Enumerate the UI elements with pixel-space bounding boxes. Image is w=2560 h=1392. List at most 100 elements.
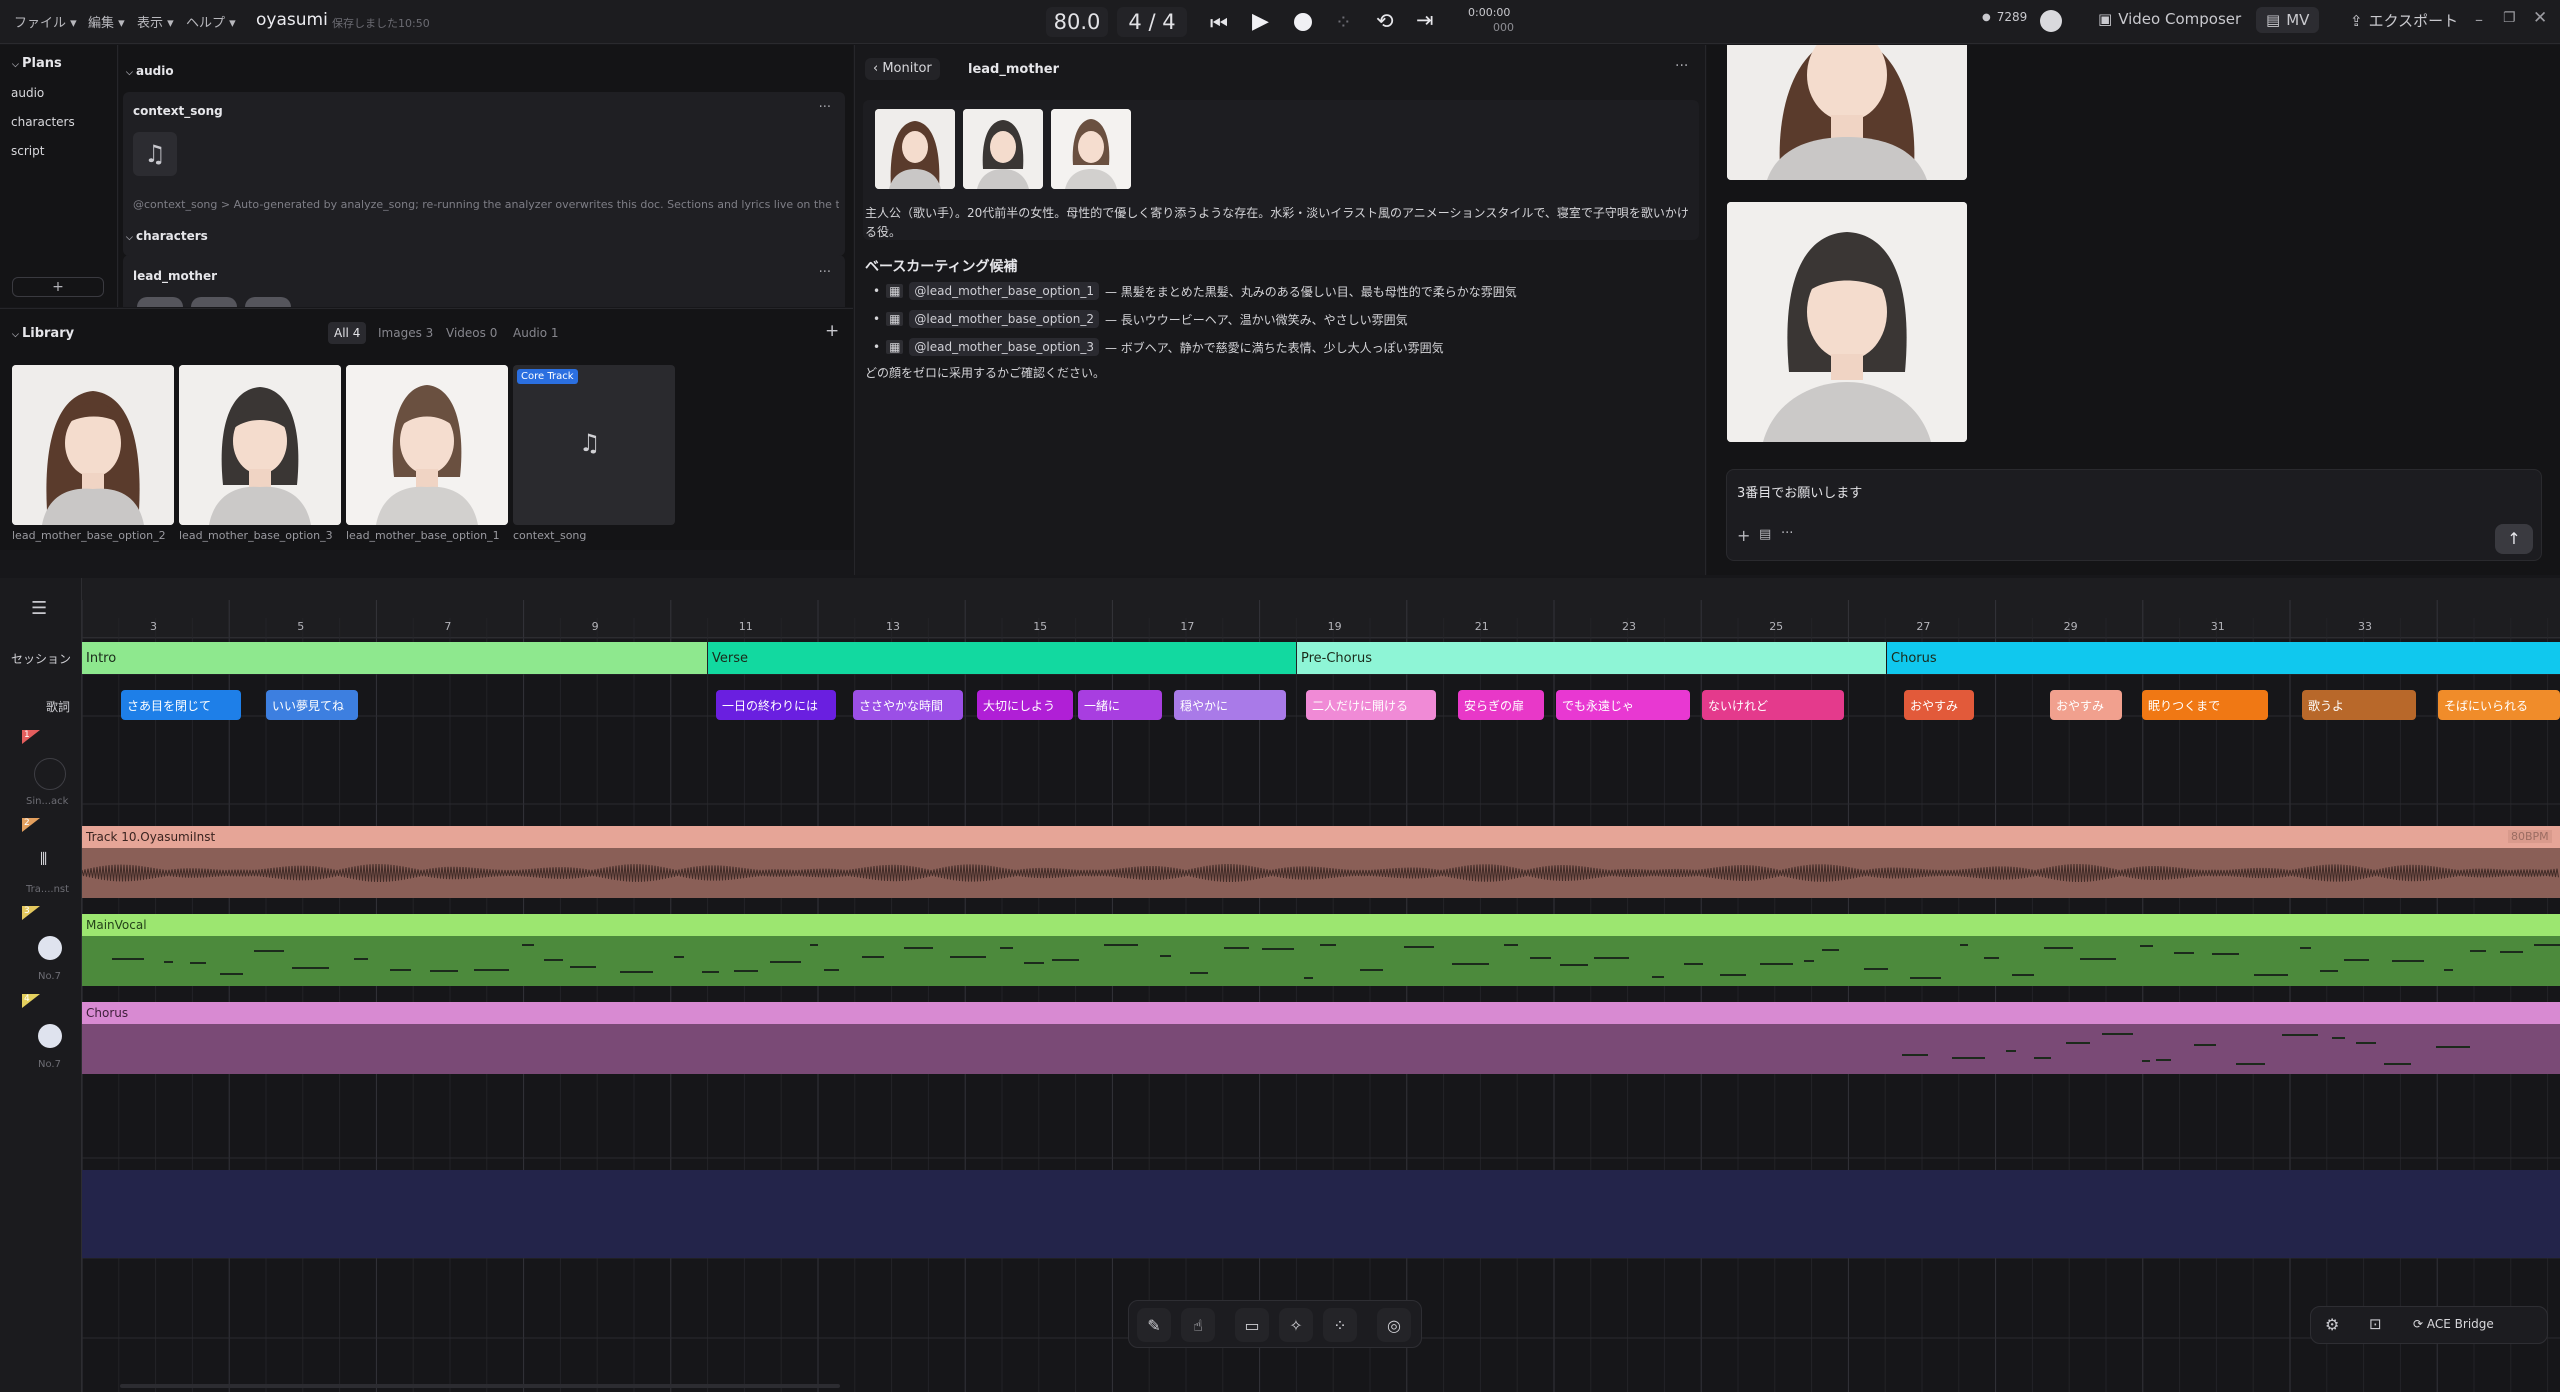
send-button[interactable]: ↑ bbox=[2495, 524, 2533, 554]
filter-images[interactable]: Images 3 bbox=[378, 326, 433, 340]
minimize-icon[interactable]: – bbox=[2475, 10, 2483, 29]
more-icon[interactable]: ··· bbox=[1675, 58, 1688, 74]
inst-clip-body[interactable] bbox=[81, 848, 2560, 898]
play-icon[interactable]: ▶ bbox=[1252, 9, 1269, 34]
more-icon[interactable]: ··· bbox=[1781, 526, 1793, 541]
export-button[interactable]: ⇪ エクスポート bbox=[2350, 10, 2458, 31]
audio-section-header[interactable]: ⌵ audio bbox=[126, 64, 174, 78]
menu-view[interactable]: 表示 ▾ bbox=[137, 12, 174, 31]
menu-file[interactable]: ファイル ▾ bbox=[14, 12, 77, 31]
library-title[interactable]: ⌵ Library bbox=[12, 326, 74, 341]
inst-clip-header[interactable]: Track 10.OyasumiInst bbox=[82, 826, 2560, 848]
camera-tool-icon[interactable]: ▭ bbox=[1235, 1308, 1269, 1342]
time-signature[interactable]: 4 / 4 bbox=[1117, 7, 1187, 37]
add-plan-button[interactable]: + bbox=[12, 277, 104, 297]
character-thumb[interactable] bbox=[875, 109, 955, 189]
project-name[interactable]: oyasumi bbox=[256, 10, 328, 30]
library-item[interactable]: Core Track ♫ context_song bbox=[513, 365, 675, 555]
menu-icon[interactable]: ☰ bbox=[31, 598, 47, 619]
lyric-clip[interactable]: 一緒に bbox=[1078, 690, 1162, 720]
library-item[interactable]: lead_mother_base_option_3 bbox=[179, 365, 341, 555]
pointer-tool-icon[interactable]: ☝ bbox=[1181, 1308, 1215, 1342]
close-icon[interactable]: ✕ bbox=[2533, 8, 2547, 28]
context-song-card[interactable]: context_song ··· ♫ @context_song > Auto-… bbox=[123, 92, 845, 256]
lyric-clip[interactable]: 二人だけに開ける bbox=[1306, 690, 1436, 720]
option-tag[interactable]: @lead_mother_base_option_1 bbox=[909, 282, 1099, 300]
lyric-clip[interactable]: ないけれど bbox=[1702, 690, 1844, 720]
track-name: No.7 bbox=[38, 1059, 61, 1070]
note bbox=[190, 962, 206, 964]
library-item[interactable]: lead_mother_base_option_1 bbox=[346, 365, 508, 555]
restore-icon[interactable]: ❐ bbox=[2503, 10, 2516, 26]
draw-tool-icon[interactable]: ✎ bbox=[1137, 1308, 1171, 1342]
chorus-clip-body[interactable] bbox=[82, 1024, 2560, 1074]
vocal-clip-header[interactable]: MainVocal bbox=[82, 914, 2560, 936]
chorus-clip-header[interactable]: Chorus bbox=[82, 1002, 2560, 1024]
skip-back-icon[interactable]: ⏮ bbox=[1210, 11, 1228, 35]
chat-image[interactable] bbox=[1727, 202, 1967, 442]
ace-bridge-button[interactable]: ⟳ ACE Bridge bbox=[2413, 1317, 2494, 1331]
horizontal-scrollbar[interactable] bbox=[120, 1384, 840, 1388]
character-thumb[interactable] bbox=[1051, 109, 1131, 189]
chat-image[interactable] bbox=[1727, 45, 1967, 180]
option-tag[interactable]: @lead_mother_base_option_2 bbox=[909, 310, 1099, 328]
plan-item-script[interactable]: script bbox=[11, 144, 44, 158]
characters-section-header[interactable]: ⌵ characters bbox=[126, 229, 208, 243]
filter-videos[interactable]: Videos 0 bbox=[446, 326, 497, 340]
follow-icon[interactable]: ⇥ bbox=[1416, 8, 1434, 32]
lyric-clip[interactable]: 穏やかに bbox=[1174, 690, 1286, 720]
lyric-clip[interactable]: おやすみ bbox=[1904, 690, 1974, 720]
lyric-clip[interactable]: いい夢見てね bbox=[266, 690, 358, 720]
ruler-label: 21 bbox=[1474, 620, 1489, 633]
loop-icon[interactable]: ⟲ bbox=[1376, 9, 1394, 33]
section-pre-chorus[interactable]: Pre-Chorus bbox=[1297, 642, 1886, 674]
more-icon[interactable]: ··· bbox=[819, 265, 831, 280]
lyric-clip[interactable]: さあ目を閉じて bbox=[121, 690, 241, 720]
monitor-panel: ‹ Monitor lead_mother ··· 主人公（歌い手）。20代前半… bbox=[854, 45, 1706, 575]
character-thumb[interactable] bbox=[963, 109, 1043, 189]
settings-icon[interactable]: ⚙ bbox=[2325, 1315, 2339, 1334]
section-verse[interactable]: Verse bbox=[708, 642, 1296, 674]
monitor-back-button[interactable]: ‹ Monitor bbox=[865, 58, 940, 80]
more-icon[interactable]: ··· bbox=[819, 100, 831, 115]
magic-tool-icon[interactable]: ✧ bbox=[1279, 1308, 1313, 1342]
avatar[interactable] bbox=[2040, 10, 2062, 32]
document-icon[interactable]: ▤ bbox=[1759, 527, 1771, 542]
plans-title[interactable]: ⌵ Plans bbox=[12, 56, 62, 71]
section-intro[interactable]: Intro bbox=[82, 642, 707, 674]
tempo-display[interactable]: 80.0 bbox=[1046, 7, 1108, 37]
note bbox=[2500, 951, 2523, 953]
empty-track-lane[interactable] bbox=[82, 1170, 2560, 1258]
lyric-clip[interactable]: 眠りつくまで bbox=[2142, 690, 2268, 720]
grid-icon[interactable]: ⁘ bbox=[1335, 10, 1352, 34]
menu-help[interactable]: ヘルプ ▾ bbox=[186, 12, 236, 31]
library-add-button[interactable]: + bbox=[825, 321, 839, 341]
mv-button[interactable]: ▤ MV bbox=[2256, 7, 2320, 33]
export-frame-icon[interactable]: ⊡ bbox=[2369, 1315, 2382, 1333]
apps-tool-icon[interactable]: ⁘ bbox=[1323, 1308, 1357, 1342]
chat-input-box[interactable]: 3番目でお願いします + ▤ ··· ↑ bbox=[1726, 469, 2542, 561]
lyric-clip[interactable]: 歌うよ bbox=[2302, 690, 2416, 720]
lead-mother-card[interactable]: lead_mother ··· bbox=[123, 255, 845, 307]
chat-input[interactable]: 3番目でお願いします bbox=[1737, 482, 1862, 501]
lyric-clip[interactable]: ささやかな時間 bbox=[853, 690, 963, 720]
filter-audio[interactable]: Audio 1 bbox=[513, 326, 559, 340]
lyric-clip[interactable]: 大切にしよう bbox=[977, 690, 1073, 720]
lyric-clip[interactable]: 一日の終わりには bbox=[716, 690, 836, 720]
plan-item-audio[interactable]: audio bbox=[11, 86, 44, 100]
filter-all[interactable]: All 4 bbox=[328, 322, 367, 344]
lyric-clip[interactable]: おやすみ bbox=[2050, 690, 2122, 720]
record-icon[interactable] bbox=[1294, 13, 1312, 31]
lyric-clip[interactable]: そばにいられる bbox=[2438, 690, 2560, 720]
menu-edit[interactable]: 編集 ▾ bbox=[88, 12, 125, 31]
video-composer-button[interactable]: ▣ Video Composer bbox=[2098, 10, 2241, 28]
library-item[interactable]: lead_mother_base_option_2 bbox=[12, 365, 174, 555]
lyric-clip[interactable]: 安らぎの扉 bbox=[1458, 690, 1544, 720]
section-chorus[interactable]: Chorus bbox=[1887, 642, 2560, 674]
lyric-clip[interactable]: でも永遠じゃ bbox=[1556, 690, 1690, 720]
option-tag[interactable]: @lead_mother_base_option_3 bbox=[909, 338, 1099, 356]
globe-tool-icon[interactable]: ◎ bbox=[1377, 1308, 1411, 1342]
vocal-clip-body[interactable] bbox=[82, 936, 2560, 986]
attach-plus-icon[interactable]: + bbox=[1737, 526, 1750, 545]
plan-item-characters[interactable]: characters bbox=[11, 115, 75, 129]
